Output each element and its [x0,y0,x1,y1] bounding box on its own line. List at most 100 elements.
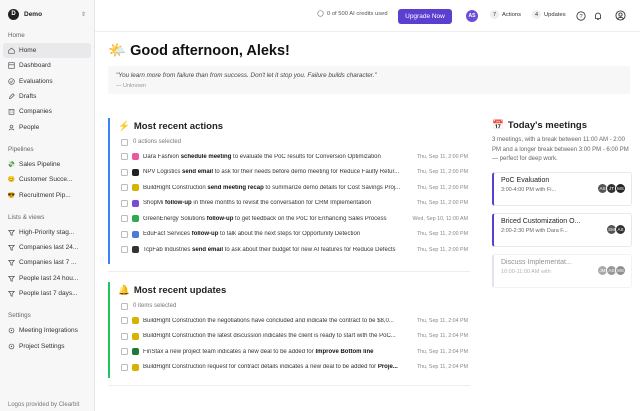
sidebar-list-view[interactable]: People last 24 hou... [0,271,94,286]
meetings-summary: 3 meetings, with a break between 11:00 A… [492,137,629,162]
update-detail: a new project team indicates a new deal … [163,348,316,355]
row-checkbox[interactable] [121,215,128,223]
update-date: Thu, Sep 11, 2:04 PM [416,348,468,355]
action-verb: send email [182,169,214,176]
sidebar-pipeline[interactable]: 💸 Sales Pipeline [0,157,94,172]
action-row[interactable]: ShopMi follow-up in three months to revi… [110,196,470,212]
recent-actions-title: Most recent actions [133,121,224,132]
meeting-time-text: 10:00-11:00 AM with [501,268,551,275]
pipeline-label: Recruitment Pip... [19,191,71,199]
row-checkbox[interactable] [121,153,128,161]
select-all-checkbox[interactable] [121,138,128,146]
updates-pill[interactable]: 4 Updates [532,10,566,19]
sidebar-settings-item[interactable]: Project Settings [0,338,94,353]
sidebar-list-view[interactable]: People last 7 days... [0,286,94,301]
sidebar-item-dashboard[interactable]: Dashboard [0,58,94,73]
update-detail: request for contract details indicates a… [205,364,378,371]
filter-icon [8,229,15,236]
sidebar-item-home[interactable]: Home [3,43,91,59]
sidebar-list-view[interactable]: Companies last 7 ... [0,255,94,270]
sidebar-item-people[interactable]: People [0,119,94,134]
sidebar-pipeline[interactable]: 😊 Customer Succe... [0,172,94,187]
action-row[interactable]: BuildRight Construction send meeting rec… [110,180,470,196]
sidebar-item-companies[interactable]: Companies [0,104,94,119]
workspace-switcher[interactable]: D Demo ⇕ [0,0,94,28]
sidebar-list-view[interactable]: High-Priority stag... [0,225,94,240]
row-checkbox[interactable] [121,199,128,207]
list-view-label: Companies last 7 ... [19,259,77,267]
row-checkbox[interactable] [121,168,128,176]
updates-count: 4 [532,10,541,19]
update-row[interactable]: FinStax a new project team indicates a n… [110,344,470,360]
company-logo-icon [132,230,139,238]
updates-select-all[interactable]: 0 items selected [110,299,470,313]
sidebar-item-evaluations[interactable]: Evaluations [0,74,94,89]
updates-label: Updates [544,11,566,18]
top-bar: 0 of 500 AI credits used Upgrade Now AS … [95,0,640,32]
meeting-time-text: 2:00-2:30 PM with [501,227,547,234]
row-checkbox[interactable] [121,363,128,371]
update-text: BuildRight Construction the negotiations… [143,318,413,324]
action-date: Thu, Sep 11, 2:00 PM [416,169,468,176]
update-detail: the negotiations have concluded and indi… [205,317,394,324]
quote-author: — Unknown [116,83,146,89]
sidebar-item-label: Dashboard [19,62,51,70]
meeting-time-text: 3:00-4:00 PM with [501,186,547,193]
user-avatar-small[interactable]: AS [466,10,478,22]
sidebar-settings-item[interactable]: Meeting Integrations [0,323,94,338]
account-icon[interactable] [614,9,627,22]
update-row[interactable]: BuildRight Construction the negotiations… [110,313,470,329]
update-deal: Proje... [377,364,398,371]
help-icon[interactable]: ? [574,9,587,22]
list-view-label: People last 24 hou... [19,274,79,282]
action-row[interactable]: EduFact Services follow-up to talk about… [110,227,470,243]
row-checkbox[interactable] [121,184,128,192]
row-checkbox[interactable] [121,246,128,254]
update-row[interactable]: BuildRight Construction request for cont… [110,360,470,376]
svg-text:?: ? [579,14,583,20]
bell-emoji-icon: 🔔 [118,285,130,296]
company-logo-icon [132,317,139,325]
action-date: Wed, Sep 10, 11:00 AM [412,215,468,222]
meeting-card[interactable]: PoC Evaluation 3:00-4:00 PM with Fi... AS J… [492,171,632,206]
company-name: ShopMi [143,200,164,207]
settings-item-label: Project Settings [19,342,65,350]
action-detail: to ask for their needs before demo meeti… [213,169,400,176]
meeting-card[interactable]: Briced Customization O... 2:00-2:30 PM wi… [492,212,632,247]
action-row[interactable]: GreenEnergy Solutions follow-up to get f… [110,211,470,227]
company-name: BuildRight Construction [143,317,206,324]
meeting-card[interactable]: Discuss Implementat... 10:00-11:00 AM wit… [492,253,632,288]
company-name: Dara Fashion [143,153,180,160]
row-checkbox[interactable] [121,332,128,340]
dashboard-icon [8,62,15,70]
row-checkbox[interactable] [121,317,128,325]
bell-icon[interactable] [591,9,604,22]
meeting-with: Fi... [546,186,557,193]
sidebar-item-drafts[interactable]: Drafts [0,89,94,104]
sidebar-list-view[interactable]: Companies last 24... [0,240,94,255]
integration-icon [8,327,15,334]
action-text: TcpFab Industries send email to ask abou… [143,247,413,253]
action-text: Dara Fashion schedule meeting to evaluat… [143,154,413,160]
sidebar-item-label: Companies [19,108,52,116]
select-all-checkbox[interactable] [121,302,128,310]
upgrade-button[interactable]: Upgrade Now [398,9,452,24]
calendar-icon: 📅 [492,119,504,131]
sidebar: D Demo ⇕ Home Home Dashboard Evaluations Dr… [0,0,95,411]
actions-select-all[interactable]: 0 actions selected [110,135,470,149]
updates-selected-count: 0 items selected [133,303,177,309]
action-row[interactable]: Dara Fashion schedule meeting to evaluat… [110,149,470,165]
update-date: Thu, Sep 11, 2:04 PM [416,364,468,371]
action-row[interactable]: TcpFab Industries send email to ask abou… [110,242,470,258]
actions-pill[interactable]: 7 Actions [490,10,521,19]
sidebar-item-label: People [19,123,40,131]
sun-icon: 🌤️ [108,43,127,59]
action-row[interactable]: NPV Logistics send email to ask for thei… [110,165,470,181]
row-checkbox[interactable] [121,230,128,238]
sidebar-pipeline[interactable]: 😎 Recruitment Pip... [0,187,94,202]
update-row[interactable]: BuildRight Construction the latest discu… [110,329,470,345]
row-checkbox[interactable] [121,348,128,356]
company-logo-icon [132,332,139,340]
list-view-label: People last 7 days... [19,290,78,297]
company-logo-icon [132,168,139,176]
